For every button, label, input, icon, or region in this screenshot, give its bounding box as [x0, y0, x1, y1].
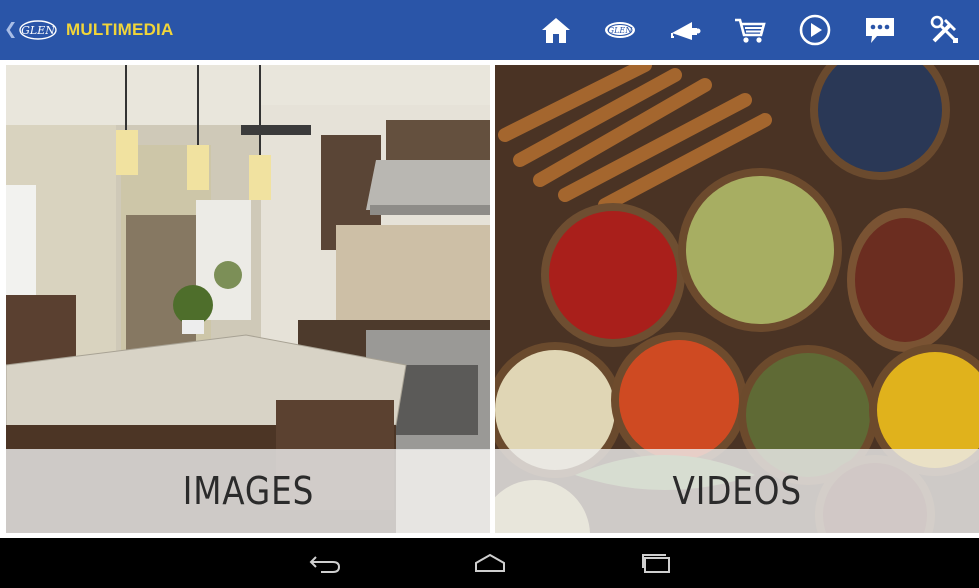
- back-chevron-icon[interactable]: ❮: [4, 20, 17, 40]
- videos-label: VIDEOS: [672, 469, 802, 513]
- home-icon[interactable]: [537, 11, 575, 49]
- system-navigation-bar: [0, 538, 979, 588]
- home-nav-icon[interactable]: [470, 548, 510, 578]
- videos-caption[interactable]: VIDEOS: [495, 449, 979, 533]
- glen-logo[interactable]: GLEN: [18, 18, 58, 42]
- videos-tile[interactable]: VIDEOS: [495, 65, 979, 533]
- play-icon[interactable]: [796, 11, 834, 49]
- multimedia-grid: IMAGES VIDEOS: [0, 60, 979, 538]
- svg-text:GLEN: GLEN: [608, 26, 634, 35]
- recents-icon[interactable]: [636, 548, 676, 578]
- tools-icon[interactable]: [926, 11, 964, 49]
- chat-icon[interactable]: [861, 11, 899, 49]
- images-caption[interactable]: IMAGES: [6, 449, 490, 533]
- images-label: IMAGES: [182, 469, 314, 513]
- top-app-bar: ❮ GLEN MULTIMEDIA GLEN: [0, 0, 979, 60]
- svg-text:GLEN: GLEN: [21, 24, 55, 37]
- megaphone-icon[interactable]: [666, 11, 704, 49]
- glen-logo-icon[interactable]: GLEN: [601, 11, 639, 49]
- cart-icon[interactable]: [731, 11, 769, 49]
- back-icon[interactable]: [305, 548, 345, 578]
- images-tile[interactable]: IMAGES: [6, 65, 490, 533]
- page-title: MULTIMEDIA: [66, 20, 174, 39]
